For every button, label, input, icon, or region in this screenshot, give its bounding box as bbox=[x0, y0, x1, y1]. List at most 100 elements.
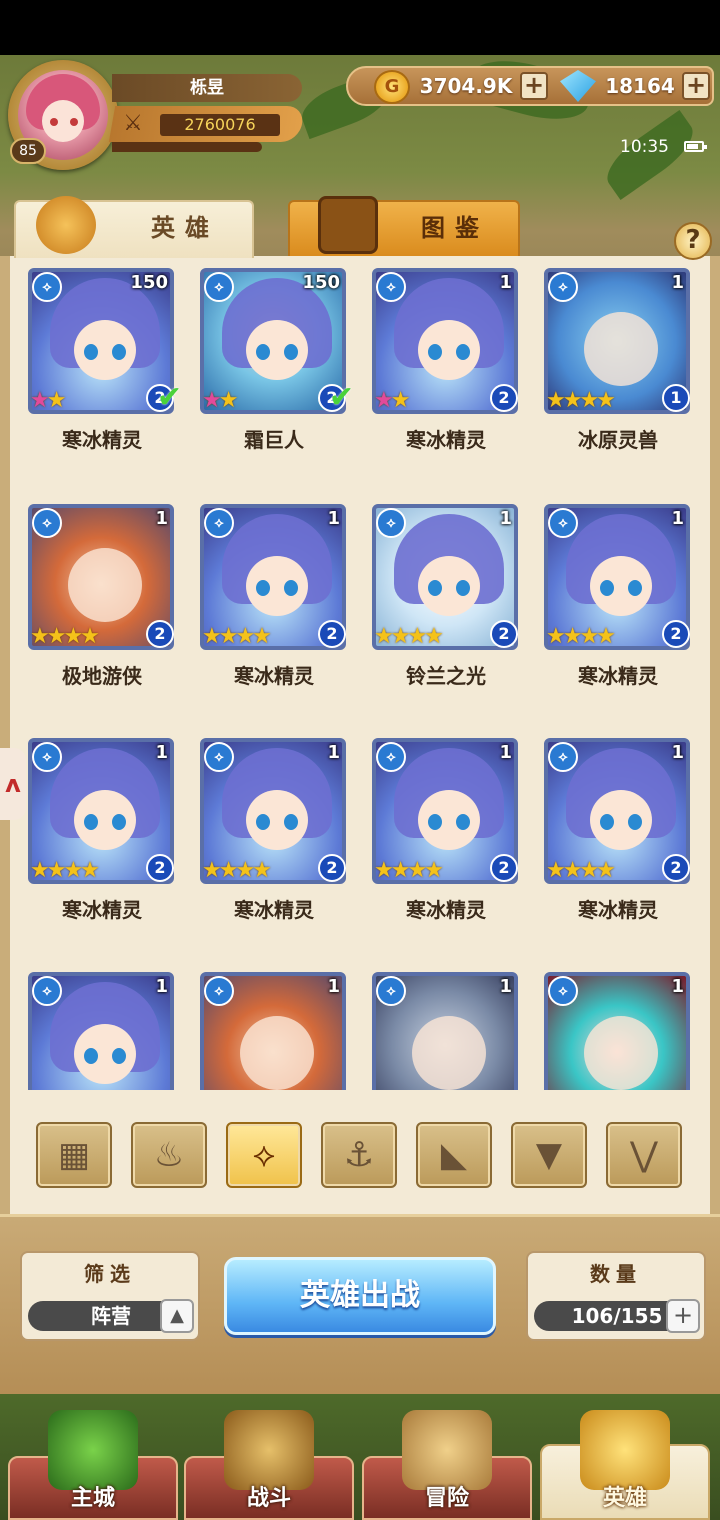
hero-level: 1 bbox=[327, 976, 340, 997]
hero-name: 寒冰精灵 bbox=[406, 428, 486, 452]
hero-card[interactable]: ⟡ 1 ★★★★ 1 冰原灵兽 bbox=[544, 256, 692, 486]
hero-name: 寒冰精灵 bbox=[578, 664, 658, 688]
faction-filter-button[interactable]: ◣ bbox=[416, 1122, 492, 1188]
hero-name: 寒冰精灵 bbox=[234, 664, 314, 688]
hero-stars: ★★★★ bbox=[546, 388, 616, 413]
hero-card[interactable]: ⟡ 1 ★★ 2 寒冰精灵 bbox=[372, 256, 520, 486]
chevron-up-icon[interactable]: ▲ bbox=[160, 1299, 194, 1333]
ice-faction-icon: ⟡ bbox=[32, 742, 62, 772]
hero-card[interactable]: ⟡ 1 ★★★★ 2 铃兰之光 bbox=[372, 492, 520, 722]
hero-card[interactable]: ⟡ 150 ★★ 2 ✔ 寒冰精灵 bbox=[28, 256, 182, 486]
hero-card[interactable]: ⟡ 1 ★★★★ 2 寒冰精灵 bbox=[372, 726, 520, 956]
tab-encyclopedia-label: 图鉴 bbox=[421, 214, 489, 242]
hero-level: 1 bbox=[499, 742, 512, 763]
hero-rank-badge: 2 bbox=[318, 854, 346, 882]
status-bar bbox=[0, 0, 720, 55]
hero-level: 1 bbox=[155, 742, 168, 763]
hero-rank-badge: 2 bbox=[490, 384, 518, 412]
knight-helmet-icon bbox=[36, 196, 96, 254]
ice-faction-icon: ⟡ bbox=[376, 272, 406, 302]
hero-card[interactable]: ⟡ 1 bbox=[200, 960, 348, 1090]
magnifier-icon bbox=[318, 196, 378, 254]
filter-box: 筛选 阵营 ▲ bbox=[20, 1251, 200, 1341]
grid-icon: ▦ bbox=[57, 1135, 91, 1175]
hero-card[interactable]: ⟡ 1 bbox=[372, 960, 520, 1090]
bottom-controls: 筛选 阵营 ▲ 英雄出战 数量 106/155 + bbox=[0, 1214, 720, 1394]
faction-filter-button[interactable]: ♨ bbox=[131, 1122, 207, 1188]
hero-card[interactable]: ⟡ 1 bbox=[28, 960, 176, 1090]
add-gem-button[interactable]: + bbox=[682, 72, 710, 100]
hero-stars: ★★ bbox=[374, 388, 411, 413]
checkmark-icon: ✔ bbox=[328, 380, 354, 415]
checkmark-icon: ✔ bbox=[156, 380, 182, 415]
ice-crest-icon: ⟡ bbox=[252, 1135, 276, 1175]
hero-stars: ★★ bbox=[30, 388, 67, 413]
hero-rank-badge: 2 bbox=[146, 620, 174, 648]
hero-level: 1 bbox=[671, 272, 684, 293]
hero-level: 1 bbox=[155, 976, 168, 997]
hero-card[interactable]: ⟡ 1 ★★★★ 2 寒冰精灵 bbox=[200, 492, 348, 722]
hero-card[interactable]: ⟡ 1 ★★★★ 2 寒冰精灵 bbox=[544, 492, 692, 722]
faction-filter-button[interactable]: ▦ bbox=[36, 1122, 112, 1188]
ice-faction-icon: ⟡ bbox=[376, 742, 406, 772]
ice-faction-icon: ⟡ bbox=[204, 508, 234, 538]
nav-label: 英雄 bbox=[602, 1486, 647, 1511]
hero-level: 1 bbox=[155, 508, 168, 529]
count-box: 数量 106/155 + bbox=[526, 1251, 706, 1341]
hero-stars: ★★★★ bbox=[30, 624, 100, 649]
gem-amount: 18164 bbox=[605, 74, 675, 98]
add-gold-button[interactable]: + bbox=[520, 72, 548, 100]
hero-stars: ★★ bbox=[202, 388, 239, 413]
ice-faction-icon: ⟡ bbox=[204, 272, 234, 302]
hero-card[interactable]: ⟡ 150 ★★ 2 ✔ 霜巨人 bbox=[200, 256, 354, 486]
hero-level: 1 bbox=[327, 508, 340, 529]
hero-name: 霜巨人 bbox=[244, 428, 304, 452]
castle-icon bbox=[48, 1410, 138, 1490]
hero-card[interactable]: ⟡ 1 bbox=[544, 960, 692, 1090]
nav-label: 战斗 bbox=[246, 1486, 291, 1511]
deploy-heroes-button[interactable]: 英雄出战 bbox=[224, 1257, 496, 1335]
hero-level: 1 bbox=[671, 508, 684, 529]
hero-stars: ★★★★ bbox=[546, 624, 616, 649]
ice-faction-icon: ⟡ bbox=[376, 976, 406, 1006]
hero-name: 寒冰精灵 bbox=[62, 898, 142, 922]
hero-card[interactable]: ⟡ 1 ★★★★ 2 寒冰精灵 bbox=[544, 726, 692, 956]
faction-filter-button[interactable]: ▼ bbox=[511, 1122, 587, 1188]
ice-faction-icon: ⟡ bbox=[32, 272, 62, 302]
hero-rank-badge: 2 bbox=[318, 620, 346, 648]
player-name: 栎昱 bbox=[112, 74, 302, 102]
faction-filter-button[interactable]: ⚓ bbox=[321, 1122, 397, 1188]
hero-stars: ★★★★ bbox=[546, 858, 616, 883]
nav-label: 主城 bbox=[70, 1486, 115, 1511]
hero-stars: ★★★★ bbox=[374, 858, 444, 883]
count-title: 数量 bbox=[590, 1262, 642, 1286]
hero-grid: ⟡ 150 ★★ 2 ✔ 寒冰精灵 ⟡ 150 ★★ 2 ✔ 霜巨人 ⟡ 1 ★★ 2 寒冰精灵 ⟡ 1 ★★★★ 1 冰… bbox=[10, 256, 710, 1090]
help-button[interactable]: ? bbox=[674, 222, 712, 260]
flame-crest-icon: ♨ bbox=[153, 1135, 185, 1175]
faction-filter-button[interactable]: ⋁ bbox=[606, 1122, 682, 1188]
hero-stars: ★★★★ bbox=[374, 624, 444, 649]
hero-card[interactable]: ⟡ 1 ★★★★ 2 极地游侠 bbox=[28, 492, 176, 722]
ice-faction-icon: ⟡ bbox=[548, 976, 578, 1006]
hero-rank-badge: 2 bbox=[146, 854, 174, 882]
player-level-badge: 85 bbox=[10, 138, 46, 164]
hero-rank-badge: 1 bbox=[662, 384, 690, 412]
hero-crest-icon bbox=[580, 1410, 670, 1490]
clock: 10:35 bbox=[620, 137, 669, 157]
hero-card[interactable]: ⟡ 1 ★★★★ 2 寒冰精灵 bbox=[28, 726, 176, 956]
hero-level: 1 bbox=[671, 976, 684, 997]
hero-name: 寒冰精灵 bbox=[406, 898, 486, 922]
expand-capacity-button[interactable]: + bbox=[666, 1299, 700, 1333]
faction-filter-button[interactable]: ⟡ bbox=[226, 1122, 302, 1188]
hero-level: 1 bbox=[499, 272, 512, 293]
hero-rank-badge: 2 bbox=[490, 854, 518, 882]
ice-faction-icon: ⟡ bbox=[204, 976, 234, 1006]
faction-filter-bar: ▦ ♨ ⟡ ⚓ ◣ ▼ ⋁ bbox=[36, 1122, 706, 1192]
scroll-map-icon bbox=[402, 1410, 492, 1490]
hero-card[interactable]: ⟡ 1 ★★★★ 2 寒冰精灵 bbox=[200, 726, 348, 956]
side-event-tag[interactable]: ʌ bbox=[0, 748, 26, 820]
crossed-swords-icon: ⚔ bbox=[123, 111, 143, 136]
horn-icon: ⋁ bbox=[630, 1135, 658, 1175]
crossed-swords-icon bbox=[224, 1410, 314, 1490]
ice-faction-icon: ⟡ bbox=[32, 976, 62, 1006]
